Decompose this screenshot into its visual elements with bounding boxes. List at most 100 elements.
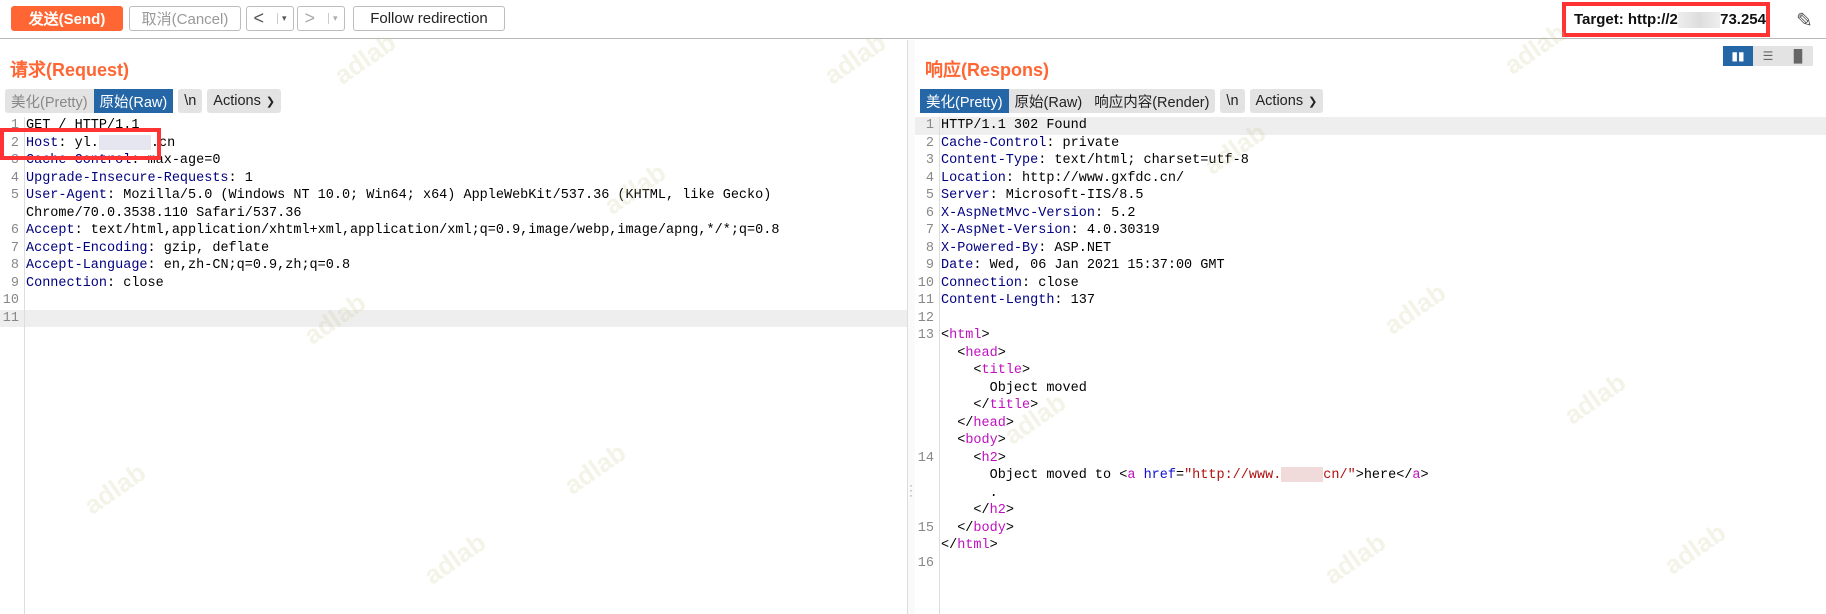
back-button[interactable]: < ▾ [246,6,294,31]
html-tag: html [949,328,982,343]
request-pane: 请求(Request) 美化(Pretty) 原始(Raw) \n Action… [0,40,907,614]
single-pane-icon[interactable]: █ [1783,46,1813,66]
tab-pretty[interactable]: 美化(Pretty) [920,89,1009,113]
line-number [915,537,939,555]
line-number: 16 [917,555,934,571]
header-name: X-AspNetMvc-Version [941,205,1095,221]
pencil-icon[interactable]: ✎ [1796,8,1818,33]
line-number: 10 [917,275,934,291]
line-number: 2 [925,135,934,151]
line-number: 5 [10,188,19,204]
split-vertical-icon[interactable]: ☰ [1753,46,1783,66]
line-number [915,467,939,485]
line-content: Accept: text/html,application/xhtml+xml,… [24,222,907,240]
line-number: 12 [917,310,934,326]
header-value: GET / HTTP/1.1 [26,118,140,133]
code-line: 9 Connection: close [0,275,907,293]
header-value: : Microsoft-IIS/8.5 [989,188,1144,203]
tab-raw[interactable]: 原始(Raw) [1009,89,1089,113]
header-value: Chrome/70.0.3538.110 Safari/537.36 [26,205,302,221]
line-number: 10 [2,293,19,309]
line-content [939,555,1826,573]
header-name: User-Agent [26,188,108,204]
chevron-down-icon: ❯ [265,95,276,108]
line-number: 3 [10,153,19,169]
line-content: Connection: close [939,275,1826,293]
header-value: : 4.0.30319 [1070,223,1160,238]
html-tag: a [1127,468,1136,484]
tab-render[interactable]: 响应内容(Render) [1088,89,1215,113]
line-number: 11 [917,293,934,308]
actions-menu[interactable]: Actions ❯ [1250,89,1324,113]
cancel-button[interactable]: 取消(Cancel) [129,6,241,31]
html-tag: head [973,415,1006,431]
line-content: <title> [973,363,1031,378]
chevron-down-icon[interactable]: ▾ [327,13,338,24]
follow-redirection-button[interactable]: Follow redirection [353,6,505,31]
line-number: 1 [925,118,934,133]
html-tag: h2 [989,503,1006,519]
newline-toggle[interactable]: \n [178,89,202,113]
pane-splitter[interactable] [907,40,915,614]
line-number [915,432,939,450]
header-name: Content-Length [941,293,1055,308]
code-line: Object moved to <a href="http://www. cn/"… [915,467,1826,485]
actions-menu[interactable]: Actions ❯ [207,89,281,113]
header-value: : 137 [1054,293,1095,308]
code-line: </head> [915,415,1826,433]
line-number [915,415,939,433]
line-content: </html> [941,538,998,554]
line-content: Location: http://www.gxfdc.cn/ [939,170,1826,188]
header-name: Server [941,188,990,203]
line-content: X-Powered-By: ASP.NET [939,240,1826,258]
code-line: 8 X-Powered-By: ASP.NET [915,240,1826,258]
line-number: 7 [925,223,934,238]
header-value: HTTP/1.1 302 Found [941,118,1087,133]
code-line: 1 HTTP/1.1 302 Found [915,117,1826,135]
line-content: </h2> [973,503,1014,519]
code-line: 11 [0,309,907,328]
tab-raw[interactable]: 原始(Raw) [93,89,174,113]
line-number: 4 [10,170,19,186]
target-suffix: 73.254 [1720,11,1766,28]
response-viewer[interactable]: 1 HTTP/1.1 302 Found 2 Cache-Control: priva… [915,117,1826,614]
tab-pretty[interactable]: 美化(Pretty) [5,89,94,113]
line-content: X-AspNet-Version: 4.0.30319 [939,222,1826,240]
header-value: : close [1022,275,1079,291]
code-line: 6 Accept: text/html,application/xhtml+xml… [0,222,907,240]
line-number [0,205,24,223]
header-value: : gzip, deflate [147,240,270,256]
code-line: <head> [915,345,1826,363]
header-value: : text/html,application/xhtml+xml,applic… [74,223,780,239]
target-prefix: Target: http://2 [1574,11,1678,28]
header-name: X-AspNet-Version [941,223,1071,238]
code-line: </html> [915,537,1826,555]
text-node: . [989,485,998,501]
line-content: Accept-Encoding: gzip, deflate [24,240,907,258]
line-number: 5 [925,188,934,203]
line-content: Object moved [939,380,1826,398]
line-number: 11 [2,310,19,326]
split-horizontal-icon[interactable]: ▮▮ [1723,46,1753,66]
code-line: 1 GET / HTTP/1.1 [0,117,907,135]
code-line: Object moved [915,380,1826,398]
line-content: <head> [957,345,1006,361]
newline-toggle[interactable]: \n [1220,89,1244,113]
redacted-area [1281,467,1324,482]
request-editor[interactable]: 1 GET / HTTP/1.1 2 Host: yl. .cn 3 Cache-Contr… [0,117,907,614]
attr-name: href [1143,468,1176,484]
html-tag: a [1412,468,1421,484]
html-tag: h2 [981,450,998,466]
code-line: 7 X-AspNet-Version: 4.0.30319 [915,222,1826,240]
header-value: : Mozilla/5.0 (Windows NT 10.0; Win64; x… [107,188,772,204]
header-value: : 5.2 [1094,205,1136,221]
header-value: : text/html; charset=utf-8 [1038,153,1249,168]
response-pane: 响应(Respons) ▮▮ ☰ █ 美化(Pretty) 原始(Raw) 响应… [915,40,1826,614]
code-line: <body> [915,432,1826,450]
code-line: 10 Connection: close [915,275,1826,293]
forward-button[interactable]: > ▾ [297,6,345,31]
line-number: 3 [925,153,934,168]
line-content: Connection: close [24,275,907,293]
send-button[interactable]: 发送(Send) [11,6,123,31]
chevron-down-icon[interactable]: ▾ [276,13,287,24]
